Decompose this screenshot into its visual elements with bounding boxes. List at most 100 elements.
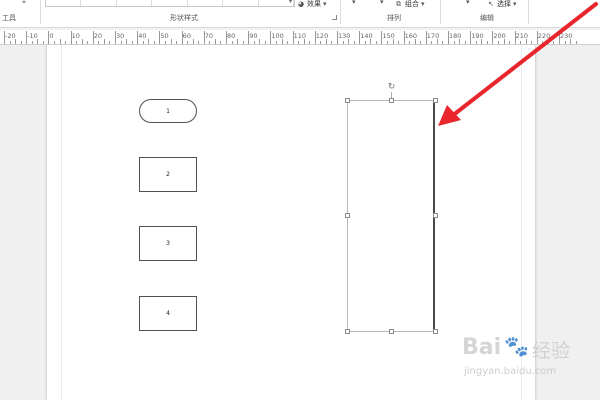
ruler-tick [431, 41, 433, 44]
watermark-brand: Bai [462, 335, 502, 360]
resize-handle-right[interactable] [433, 213, 438, 218]
group-separator [440, 0, 441, 24]
ruler-tick [442, 41, 444, 44]
flowchart-terminator-shape[interactable]: 1 [139, 99, 197, 123]
ruler-tick [392, 39, 394, 44]
shape-label: 2 [166, 171, 170, 178]
ruler-tick [53, 41, 55, 44]
group-label: 组合 [405, 0, 419, 8]
ruler-tick [115, 31, 116, 44]
gallery-more-icon[interactable]: ▾ [289, 0, 292, 5]
visio-window: ⌖ 工具 ▾ ◕ 效果 ▾ 形状样式 ▾ ▾ ⧉ 组合 ▾ 排列 ▾ ↖ 选择 … [0, 0, 600, 400]
ruler-tick [70, 31, 72, 44]
ruler-tick [381, 31, 383, 44]
ruler-label: 50 [160, 32, 169, 40]
style-swatch[interactable] [46, 0, 82, 6]
ruler-tick [514, 31, 516, 44]
ruler-tick [226, 31, 227, 44]
group-button[interactable]: ⧉ 组合 ▾ [396, 0, 428, 9]
ruler-tick [464, 41, 466, 44]
ruler-label: 0 [49, 32, 54, 40]
chevron-down-icon: ▾ [466, 0, 470, 6]
ruler-tick [231, 41, 233, 44]
selected-rectangle-shape[interactable] [347, 100, 435, 332]
shape-styles-group-label: 形状样式 [170, 14, 198, 22]
effects-button[interactable]: ◕ 效果 ▾ [298, 0, 330, 9]
rotate-handle-icon[interactable]: ↻ [387, 83, 396, 92]
ruler-tick [337, 31, 338, 44]
ruler-tick [353, 41, 355, 44]
ruler-tick [570, 39, 572, 44]
connection-point-button[interactable]: ⌖ [22, 0, 29, 6]
ruler-tick [553, 41, 555, 44]
dialog-launcher-icon[interactable] [332, 15, 337, 20]
ruler-tick [364, 41, 366, 44]
ruler-tick [203, 31, 205, 44]
ruler-tick [37, 39, 39, 44]
ruler-tick [414, 39, 416, 44]
flowchart-process-shape[interactable]: 2 [139, 157, 197, 192]
ruler-label: 40 [138, 32, 147, 40]
ruler-tick [92, 31, 94, 44]
page-margin-guide [61, 45, 522, 400]
ruler-tick [425, 31, 427, 44]
resize-handle-bottom-right[interactable] [433, 329, 438, 334]
group-separator [528, 0, 529, 24]
ruler-tick [303, 39, 305, 44]
ruler-tick [531, 41, 533, 44]
ruler-tick [120, 41, 122, 44]
select-button[interactable]: ↖ 选择 ▾ [488, 0, 520, 9]
ruler-tick [126, 39, 128, 44]
ruler-tick [109, 41, 111, 44]
ruler-tick [59, 39, 61, 44]
find-dropdown[interactable]: ▾ [466, 0, 473, 6]
ruler-label: 60 [182, 32, 191, 40]
style-swatch[interactable] [116, 0, 153, 6]
bring-forward-dropdown[interactable]: ▾ [352, 0, 359, 6]
paw-logo-icon: 🐾 [504, 334, 529, 358]
style-swatch[interactable] [187, 0, 224, 6]
style-swatch[interactable] [81, 0, 117, 6]
ruler-tick [314, 31, 316, 44]
ruler-tick [420, 41, 422, 44]
chevron-down-icon: ▾ [352, 0, 356, 6]
shape-label: 3 [166, 240, 170, 247]
shape-style-gallery[interactable] [45, 0, 295, 7]
ruler-label: -20 [5, 32, 16, 40]
ruler-tick [375, 41, 377, 44]
ruler-tick [81, 39, 83, 44]
chevron-down-icon: ▾ [421, 0, 425, 8]
flowchart-process-shape[interactable]: 4 [139, 296, 197, 331]
ruler-tick [325, 39, 327, 44]
resize-handle-top-right[interactable] [433, 98, 438, 103]
ruler-tick [87, 41, 89, 44]
resize-handle-top[interactable] [389, 98, 394, 103]
ruler-tick [76, 41, 78, 44]
ruler-tick [475, 41, 477, 44]
shape-label: 4 [166, 310, 170, 317]
ruler-tick [547, 39, 549, 44]
ruler-tick [348, 39, 350, 44]
ruler-tick [292, 31, 294, 44]
style-swatch[interactable] [152, 0, 188, 6]
ruler-label: 10 [71, 32, 80, 40]
ruler-tick [4, 31, 5, 44]
ruler-tick [459, 39, 461, 44]
resize-handle-bottom[interactable] [389, 329, 394, 334]
horizontal-ruler[interactable]: -20 -10 0 10 20 30 40 50 60 70 80 90 100 110 120 130 140… [0, 30, 600, 45]
style-swatch[interactable] [223, 0, 259, 6]
resize-handle-top-left[interactable] [345, 98, 350, 103]
ruler-tick [164, 41, 166, 44]
ruler-tick [470, 31, 472, 44]
ruler-tick [242, 41, 244, 44]
resize-handle-bottom-left[interactable] [345, 329, 350, 334]
ruler-tick [331, 41, 333, 44]
ruler-tick [359, 31, 361, 44]
chevron-down-icon: ▾ [513, 0, 517, 8]
send-backward-dropdown[interactable]: ▾ [380, 0, 387, 6]
resize-handle-left[interactable] [345, 213, 350, 218]
ruler-tick [31, 41, 33, 44]
ruler-tick [486, 41, 488, 44]
ruler-tick [564, 41, 566, 44]
flowchart-process-shape[interactable]: 3 [139, 226, 197, 261]
